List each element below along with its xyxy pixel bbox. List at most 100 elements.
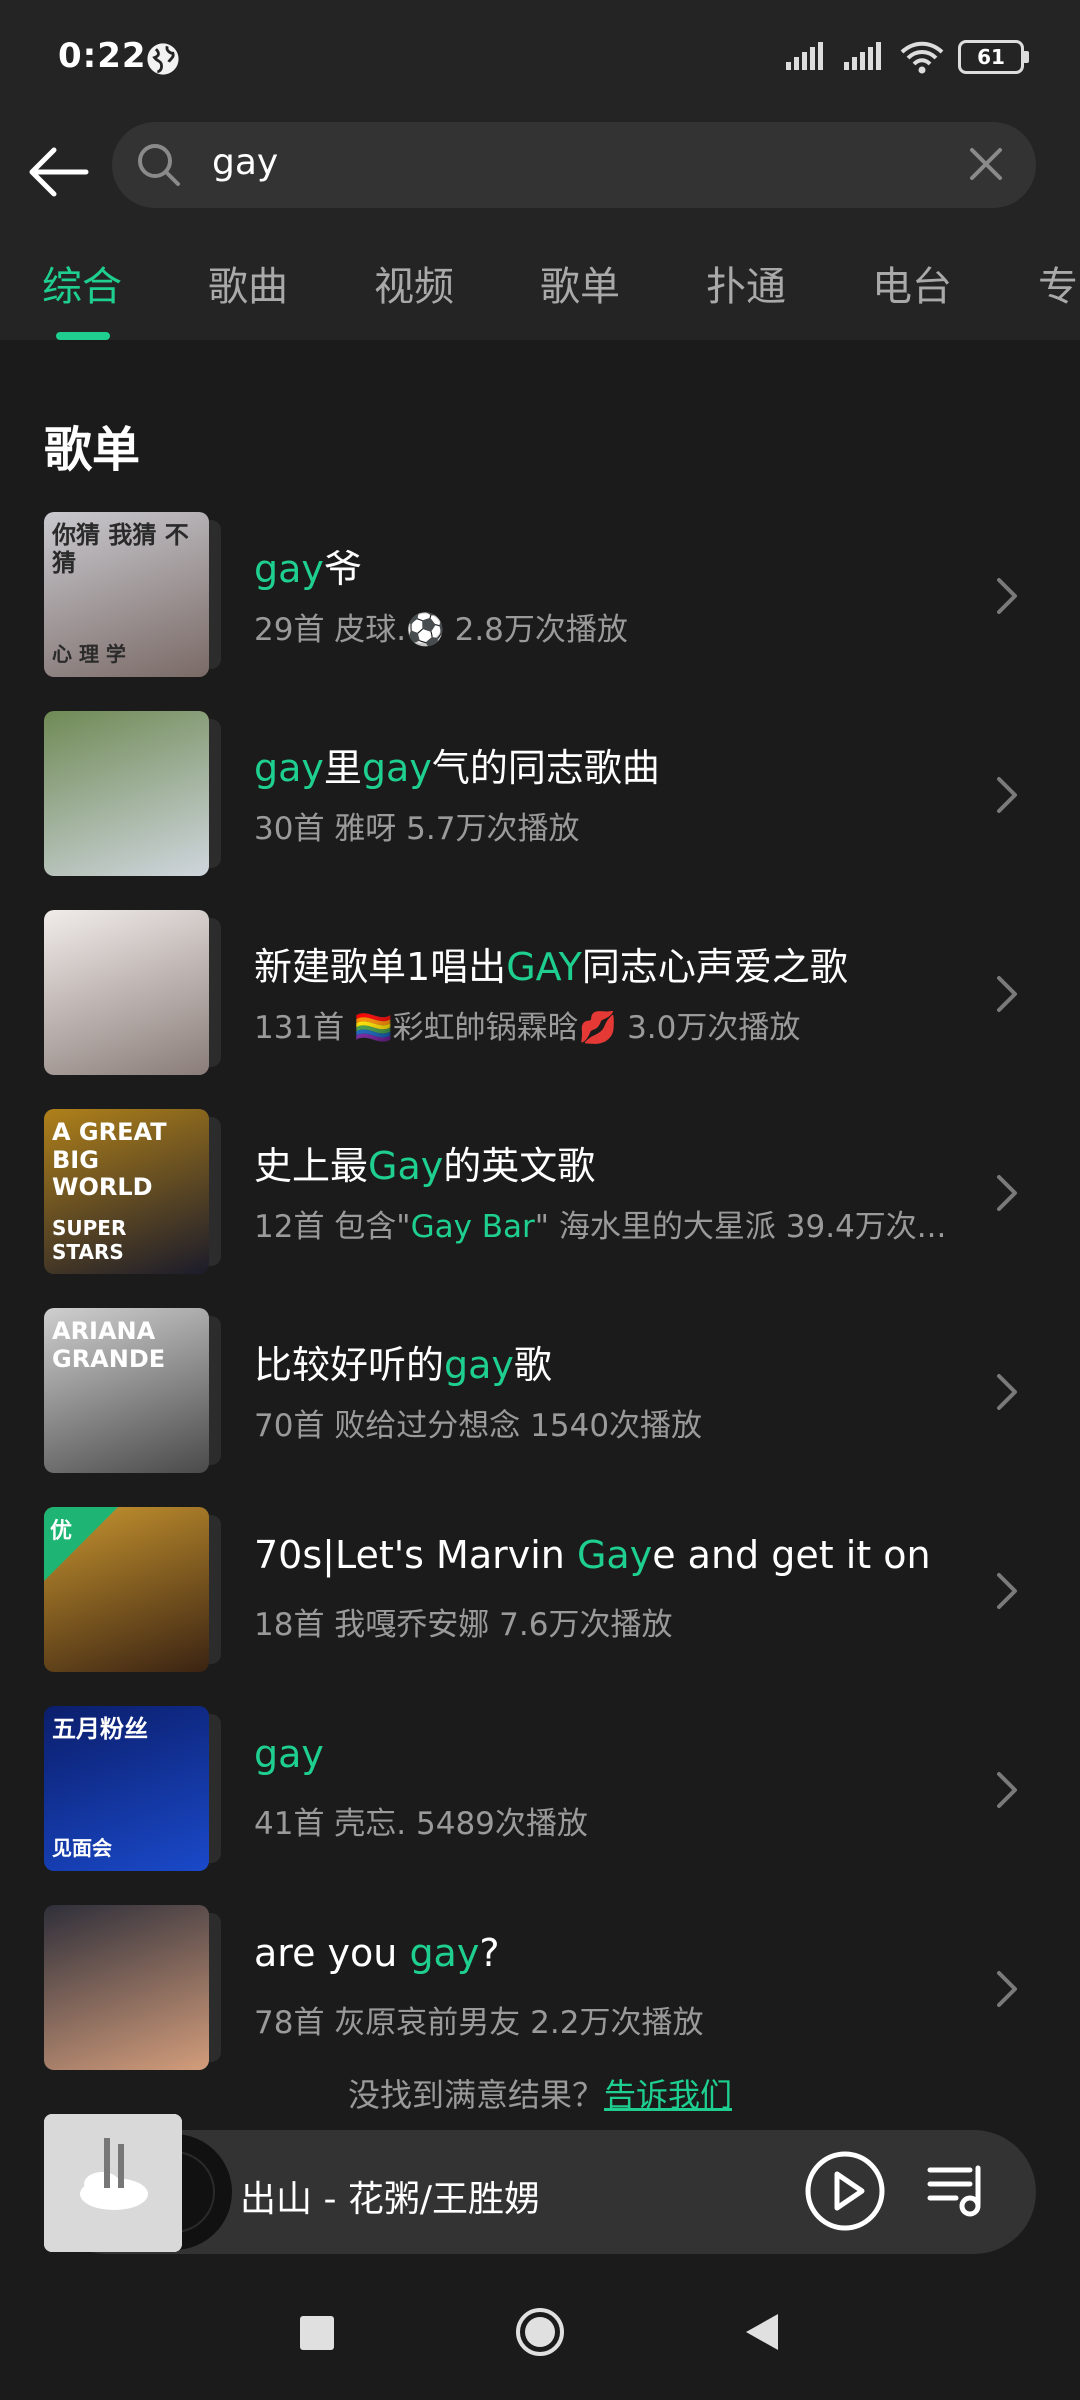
playlist-cover[interactable]: ARIANA GRANDE: [44, 1308, 209, 1473]
chevron-right-icon: [997, 1175, 1017, 1211]
result-tabs: 综合 歌曲 视频 歌单 扑通 电台 专: [0, 250, 1080, 340]
meta-text: 78首 灰原哀前男友 2.2万次播放: [254, 2005, 704, 2041]
keyword-highlight: GAY: [506, 945, 582, 989]
playlist-title: 比较好听的gay歌: [254, 1334, 552, 1389]
playlist-row[interactable]: 你猜 我猜 不猜心 理 学 gay爷 29首 皮球.⚽ 2.8万次播放: [0, 500, 1080, 699]
status-bar: 0:22 61: [0, 0, 1080, 120]
cover-text: 五月粉丝: [52, 1715, 148, 1743]
title-text: 史上最: [254, 1144, 369, 1188]
section-title: 歌单: [44, 422, 141, 478]
playlist-title: 新建歌单1唱出GAY同志心声爱之歌: [254, 936, 848, 991]
play-icon[interactable]: [804, 2150, 886, 2232]
title-text: 70s|Let's Marvin: [254, 1533, 577, 1577]
keyword-highlight: Gay Bar: [410, 1209, 535, 1245]
keyword-highlight: gay: [409, 1931, 480, 1975]
chevron-right-icon: [997, 976, 1017, 1012]
title-text: 的英文歌: [443, 1144, 596, 1188]
playlist-meta: 41首 壳忘. 5489次播放: [254, 1798, 588, 1843]
playlist-row[interactable]: A GREAT BIG WORLD SUPER STARS 史上最Gay的英文歌 12…: [0, 1097, 1080, 1296]
playlist-meta: 12首 包含"Gay Bar" 海水里的大星派 39.4万次...: [254, 1201, 946, 1246]
playlist-meta: 78首 灰原哀前男友 2.2万次播放: [254, 1997, 703, 2042]
playlist-row[interactable]: ARIANA GRANDE 比较好听的gay歌 70首 败给过分想念 1540次播放: [0, 1296, 1080, 1495]
search-header: gay 综合 歌曲 视频 歌单 扑通 电台 专: [0, 120, 1080, 340]
playlist-list: 你猜 我猜 不猜心 理 学 gay爷 29首 皮球.⚽ 2.8万次播放 gay里gay…: [0, 500, 1080, 2092]
playlist-cover[interactable]: 五月粉丝 见面会: [44, 1706, 209, 1871]
cover-text-secondary: 见面会: [52, 1836, 112, 1860]
playlist-cover[interactable]: [44, 1905, 209, 2070]
title-text: are you: [254, 1931, 410, 1975]
playlist-title: gay: [254, 1732, 324, 1776]
clear-icon[interactable]: [966, 144, 1006, 184]
title-text: 歌: [513, 1343, 552, 1387]
tab-videos[interactable]: 视频: [374, 254, 454, 312]
chevron-right-icon: [997, 1573, 1017, 1609]
playlist-meta: 29首 皮球.⚽ 2.8万次播放: [254, 604, 628, 649]
chevron-right-icon: [997, 1971, 1017, 2007]
now-playing-title[interactable]: 出山 - 花粥/王胜娚: [240, 2170, 540, 2222]
playlist-meta: 70首 败给过分想念 1540次播放: [254, 1400, 702, 1445]
back-arrow-icon[interactable]: [24, 138, 92, 206]
playlist-queue-icon[interactable]: [926, 2158, 990, 2222]
chevron-right-icon: [997, 1772, 1017, 1808]
keyword-highlight: Gay: [368, 1144, 444, 1188]
title-text: 爷: [323, 547, 362, 591]
meta-text: " 海水里的大星派 39.4万次...: [534, 1209, 947, 1245]
playlist-row[interactable]: gay里gay气的同志歌曲 30首 雅呀 5.7万次播放: [0, 699, 1080, 898]
playlist-row[interactable]: 新建歌单1唱出GAY同志心声爱之歌 131首 🏳️‍🌈彩虹帥锅霖晗💋 3.0万次播…: [0, 898, 1080, 1097]
keyword-highlight: gay: [254, 1732, 324, 1776]
search-input[interactable]: gay: [112, 122, 1036, 208]
tab-playlists[interactable]: 歌单: [540, 254, 620, 312]
cover-text: ARIANA GRANDE: [52, 1317, 166, 1373]
playlist-cover[interactable]: [44, 711, 209, 876]
recents-button[interactable]: [300, 2316, 334, 2350]
keyword-highlight: gay: [254, 746, 324, 790]
home-button[interactable]: [514, 2306, 566, 2358]
battery-icon: 61: [958, 40, 1029, 74]
meta-text: 70首 败给过分想念 1540次播放: [254, 1408, 703, 1444]
keyword-highlight: gay: [361, 746, 432, 790]
cover-text-secondary: SUPER STARS: [52, 1216, 127, 1264]
nav-back-button[interactable]: [740, 2310, 784, 2354]
search-query[interactable]: gay: [212, 142, 278, 183]
keyword-highlight: gay: [444, 1343, 514, 1387]
feedback-link[interactable]: 告诉我们: [604, 2076, 732, 2114]
playlist-row[interactable]: 优 70s|Let's Marvin Gaye and get it on 18首 …: [0, 1495, 1080, 1694]
playlist-meta: 18首 我嘎乔安娜 7.6万次播放: [254, 1599, 672, 1644]
active-tab-indicator: [56, 332, 110, 340]
tab-albums[interactable]: 专: [1038, 254, 1078, 312]
feedback-hint-text: 没找到满意结果？: [347, 2076, 604, 2114]
tab-putong[interactable]: 扑通: [706, 254, 786, 312]
status-time: 0:22: [58, 36, 147, 76]
title-text: 同志心声爱之歌: [581, 945, 848, 989]
system-nav-bar: [0, 2280, 1080, 2400]
playlist-cover[interactable]: 你猜 我猜 不猜心 理 学: [44, 512, 209, 677]
meta-text: 131首 🏳️‍🌈彩虹帥锅霖晗💋 3.0万次播放: [254, 1010, 801, 1046]
playlist-row[interactable]: 五月粉丝见面会 gay 41首 壳忘. 5489次播放: [0, 1694, 1080, 1893]
meta-text: 30首 雅呀 5.7万次播放: [254, 811, 580, 847]
player-album-cover[interactable]: [44, 2114, 182, 2252]
globe-icon: [147, 43, 179, 75]
tab-all[interactable]: 综合: [42, 254, 122, 312]
playlist-title: 史上最Gay的英文歌: [254, 1135, 595, 1190]
playlist-title: 70s|Let's Marvin Gaye and get it on: [254, 1533, 931, 1577]
tab-songs[interactable]: 歌曲: [208, 254, 288, 312]
playlist-cover[interactable]: [44, 910, 209, 1075]
meta-text: 41首 壳忘. 5489次播放: [254, 1806, 588, 1842]
tab-radio[interactable]: 电台: [872, 254, 952, 312]
playlist-cover[interactable]: 优: [44, 1507, 209, 1672]
playlist-title: gay爷: [254, 538, 362, 593]
title-text: 新建歌单1唱出: [254, 945, 507, 989]
cover-text: A GREAT BIG WORLD: [52, 1118, 167, 1202]
mini-player[interactable]: 出山 - 花粥/王胜娚: [44, 2114, 1036, 2254]
title-text: ?: [479, 1931, 500, 1975]
signal-icon: [786, 42, 823, 70]
battery-level: 61: [977, 45, 1005, 69]
chevron-right-icon: [997, 1374, 1017, 1410]
playlist-row[interactable]: are you gay? 78首 灰原哀前男友 2.2万次播放: [0, 1893, 1080, 2092]
meta-text: 12首 包含": [254, 1209, 411, 1245]
playlist-meta: 30首 雅呀 5.7万次播放: [254, 803, 579, 848]
quality-badge-label: 优: [50, 1519, 73, 1544]
title-text: 里: [323, 746, 362, 790]
wifi-icon: [900, 41, 944, 74]
playlist-cover[interactable]: A GREAT BIG WORLD SUPER STARS: [44, 1109, 209, 1274]
